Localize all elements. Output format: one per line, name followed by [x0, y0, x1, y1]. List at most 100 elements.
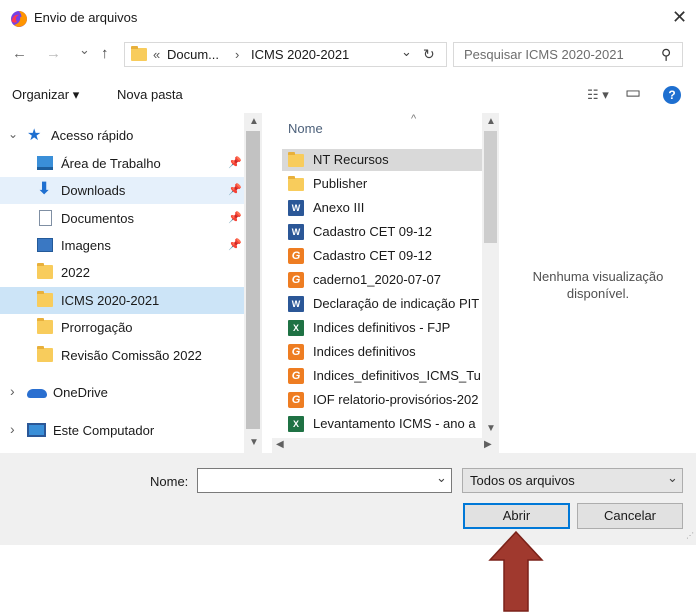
help-button[interactable]: ? — [663, 86, 681, 104]
pin-icon: 📌 — [228, 239, 242, 251]
resize-grip-icon[interactable]: ⋰ — [686, 531, 694, 540]
nav-item-label: 2022 — [61, 265, 90, 280]
word-icon: W — [288, 224, 304, 240]
nav-item-quick-access[interactable]: ⌄ ★ Acesso rápido — [0, 122, 244, 149]
file-name: Cadastro CET 09-12 — [313, 224, 432, 239]
file-row[interactable]: G caderno1_2020-07-07 — [282, 269, 482, 291]
cancel-button[interactable]: Cancelar — [577, 503, 683, 529]
nav-item-label: Prorrogação — [61, 320, 133, 335]
expand-chevron-icon[interactable]: ⌄ — [8, 127, 18, 141]
nav-item-this-pc[interactable]: › Este Computador — [0, 417, 244, 444]
file-row[interactable]: G Indices_definitivos_ICMS_Tu — [282, 365, 482, 387]
search-icon[interactable]: ⚲ — [661, 46, 671, 63]
cloud-icon — [27, 389, 47, 398]
view-options-button[interactable]: ☷ ▾ — [587, 87, 609, 103]
refresh-button[interactable]: ↻ — [423, 46, 435, 63]
file-type-value: Todos os arquivos — [470, 473, 575, 488]
nav-item-label: OneDrive — [53, 385, 108, 400]
scroll-up-arrow-icon[interactable]: ▲ — [486, 116, 496, 127]
scroll-up-arrow-icon[interactable]: ▲ — [249, 116, 259, 127]
dialog-footer: Nome: ⌄ Todos os arquivos ⌄ Abrir Cancel… — [0, 453, 696, 545]
address-bar[interactable]: « Docum... › ICMS 2020-2021 ⌄ ↻ — [124, 42, 447, 67]
file-row[interactable]: NT Recursos — [282, 149, 482, 171]
file-row[interactable]: W Anexo III — [282, 197, 482, 219]
back-button[interactable]: ← — [12, 45, 27, 62]
nav-item-revisao-comissao-2022[interactable]: Revisão Comissão 2022 — [0, 342, 244, 369]
breadcrumb-separator[interactable]: › — [235, 47, 239, 62]
open-button[interactable]: Abrir — [463, 503, 570, 529]
organize-button[interactable]: Organizar ▾ — [12, 87, 79, 103]
nav-item-label: Revisão Comissão 2022 — [61, 348, 202, 363]
nav-scrollbar[interactable]: ▲ ▼ — [244, 113, 262, 453]
search-input[interactable]: Pesquisar ICMS 2020-2021 — [464, 47, 624, 62]
nav-item-icms-2020-2021[interactable]: ICMS 2020-2021 — [0, 287, 244, 314]
file-row[interactable]: W Declaração de indicação PIT — [282, 293, 482, 315]
file-name: Anexo III — [313, 200, 365, 215]
scroll-down-arrow-icon[interactable]: ▼ — [486, 423, 496, 434]
scrollbar-thumb[interactable] — [246, 131, 260, 429]
pin-icon: 📌 — [228, 157, 242, 169]
sort-ascending-icon: ^ — [411, 113, 417, 125]
new-folder-button[interactable]: Nova pasta — [117, 87, 183, 102]
expand-chevron-icon[interactable]: › — [10, 421, 15, 437]
scroll-right-arrow-icon[interactable]: ▶ — [484, 439, 492, 450]
expand-chevron-icon[interactable]: › — [10, 383, 15, 399]
download-icon: ⬇ — [37, 179, 52, 198]
address-dropdown-button[interactable]: ⌄ — [401, 44, 412, 60]
forward-button[interactable]: → — [46, 45, 61, 62]
nav-item-label: Acesso rápido — [51, 128, 134, 143]
file-row[interactable]: Publisher — [282, 173, 482, 195]
pdf-icon: G — [288, 368, 304, 384]
nav-item-label: Imagens — [61, 238, 111, 253]
file-row[interactable]: G Indices definitivos — [282, 341, 482, 363]
file-type-select[interactable]: Todos os arquivos ⌄ — [462, 468, 683, 493]
documents-icon — [39, 210, 52, 226]
nav-item-2022[interactable]: 2022 — [0, 259, 244, 286]
file-list-vertical-scrollbar[interactable]: ▲ ▼ — [482, 113, 499, 438]
pictures-icon — [37, 238, 53, 252]
pin-icon: 📌 — [228, 184, 242, 196]
file-row[interactable]: G IOF relatorio-provisórios-202 — [282, 389, 482, 411]
file-row[interactable]: W Cadastro CET 09-12 — [282, 221, 482, 243]
chevron-down-icon[interactable]: ⌄ — [436, 470, 447, 486]
recent-locations-button[interactable]: ⌄ — [79, 42, 90, 58]
up-button[interactable]: ↑ — [101, 45, 109, 62]
file-row[interactable]: G Cadastro CET 09-12 — [282, 245, 482, 267]
scroll-down-arrow-icon[interactable]: ▼ — [249, 437, 259, 448]
column-header-name[interactable]: Nome — [288, 121, 323, 136]
file-name: caderno1_2020-07-07 — [313, 272, 441, 287]
folder-icon — [288, 152, 304, 167]
scrollbar-thumb[interactable] — [484, 131, 497, 243]
file-list: Nome ^ NT Recursos Publisher W Anexo III… — [272, 113, 482, 438]
toolbar: Organizar ▾ Nova pasta ☷ ▾ ▭ ? — [0, 77, 696, 113]
path-overflow[interactable]: « — [153, 47, 160, 62]
nav-item-downloads[interactable]: ⬇ Downloads 📌 — [0, 177, 244, 204]
nav-item-documents[interactable]: Documentos 📌 — [0, 205, 244, 232]
nav-item-label: Este Computador — [53, 423, 155, 438]
file-name-input[interactable]: ⌄ — [197, 468, 452, 493]
chevron-down-icon[interactable]: ⌄ — [667, 470, 678, 486]
file-name: Declaração de indicação PIT — [313, 296, 480, 311]
folder-icon — [37, 318, 53, 334]
file-row[interactable]: X Levantamento ICMS - ano a — [282, 413, 482, 435]
preview-pane-button[interactable]: ▭ — [625, 83, 641, 103]
pin-icon: 📌 — [228, 212, 242, 224]
window-title: Envio de arquivos — [34, 10, 138, 25]
nav-item-pictures[interactable]: Imagens 📌 — [0, 232, 244, 259]
file-row[interactable]: X Indices definitivos - FJP — [282, 317, 482, 339]
nav-item-label: Área de Trabalho — [61, 156, 161, 171]
nav-item-onedrive[interactable]: › OneDrive — [0, 379, 244, 406]
breadcrumb-icms[interactable]: ICMS 2020-2021 — [251, 47, 349, 62]
navigation-pane: ⌄ ★ Acesso rápido Área de Trabalho 📌 ⬇ D… — [0, 113, 262, 453]
nav-item-desktop[interactable]: Área de Trabalho 📌 — [0, 150, 244, 177]
star-icon: ★ — [27, 127, 42, 144]
search-box[interactable]: Pesquisar ICMS 2020-2021 ⚲ — [453, 42, 683, 67]
file-name: Levantamento ICMS - ano a — [313, 416, 476, 431]
close-button[interactable]: ✕ — [672, 7, 687, 28]
pdf-icon: G — [288, 272, 304, 288]
file-list-horizontal-scrollbar[interactable]: ◀ ▶ — [272, 438, 499, 453]
breadcrumb-documentos[interactable]: Docum... — [167, 47, 219, 62]
nav-item-prorrogacao[interactable]: Prorrogação — [0, 314, 244, 341]
pdf-icon: G — [288, 248, 304, 264]
scroll-left-arrow-icon[interactable]: ◀ — [276, 439, 284, 450]
